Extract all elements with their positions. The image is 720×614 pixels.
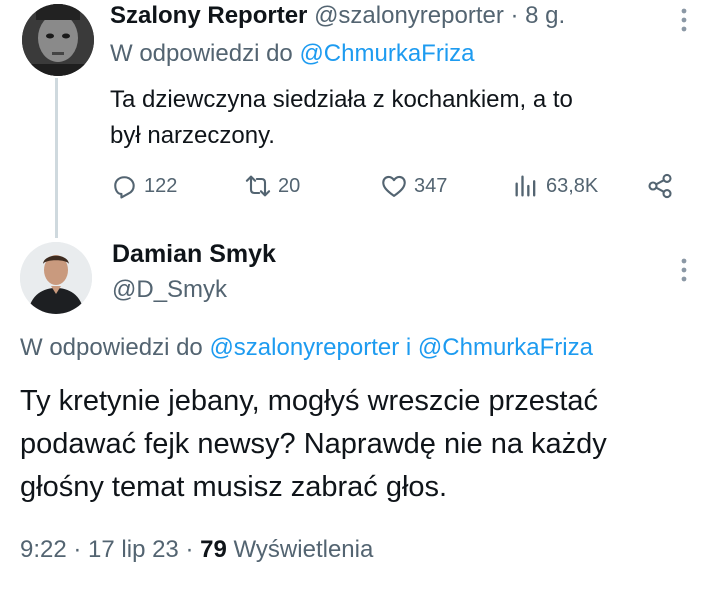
- tweet-text-line: był narzeczony.: [110, 122, 275, 149]
- like-action[interactable]: 347: [380, 172, 447, 200]
- tweet-text-line: Ty kretynie jebany, mogłyś wreszcie prze…: [20, 385, 599, 417]
- retweet-icon: [245, 175, 271, 197]
- share-action[interactable]: [646, 172, 674, 200]
- reply-prefix: W odpowiedzi do: [110, 40, 293, 67]
- avatar-szalony-reporter[interactable]: [22, 4, 94, 76]
- handle-and-time[interactable]: @szalonyreporter · 8 g.: [314, 2, 565, 29]
- like-count: 347: [414, 174, 448, 197]
- share-icon: [648, 173, 672, 199]
- reply-mention-1[interactable]: @szalonyreporter: [209, 334, 399, 361]
- reply-context: W odpowiedzi do @ChmurkaFriza: [110, 40, 475, 68]
- reply-conjunction: i: [405, 334, 412, 361]
- tweet-text-line: podawać fejk newsy? Naprawdę nie na każd…: [20, 428, 607, 460]
- reply-tweet-text: Ta dziewczyna siedziała z kochankiem, a …: [110, 82, 573, 154]
- display-name[interactable]: Szalony Reporter: [110, 2, 307, 29]
- tweet-text-line: głośny temat musisz zabrać głos.: [20, 471, 448, 503]
- tweet-meta: 9:22 · 17 lip 23 · 79 Wyświetlenia: [20, 536, 373, 564]
- like-icon: [382, 175, 406, 197]
- display-name[interactable]: Damian Smyk: [112, 240, 276, 269]
- reply-icon: [114, 176, 135, 199]
- reply-prefix: W odpowiedzi do: [20, 334, 203, 361]
- views-label: Wyświetlenia: [233, 536, 374, 563]
- retweet-count: 20: [278, 174, 301, 197]
- reply-count: 122: [144, 174, 178, 197]
- views-count: 63,8K: [546, 174, 599, 197]
- views-icon: [515, 175, 536, 197]
- tweet-text-line: Ta dziewczyna siedziała z kochankiem, a …: [110, 86, 573, 113]
- views-number: 79: [200, 536, 227, 563]
- avatar-image: [20, 242, 92, 314]
- reply-action[interactable]: 122: [110, 172, 177, 200]
- views-action[interactable]: 63,8K: [512, 172, 598, 200]
- reply-tweet-header: Szalony Reporter @szalonyreporter · 8 g.: [110, 2, 565, 30]
- main-tweet-text: Ty kretynie jebany, mogłyś wreszcie prze…: [20, 380, 607, 509]
- handle[interactable]: @D_Smyk: [112, 276, 227, 304]
- timestamp[interactable]: 9:22 · 17 lip 23 ·: [20, 536, 193, 563]
- retweet-action[interactable]: 20: [244, 172, 300, 200]
- avatar-image: [22, 4, 94, 76]
- more-icon[interactable]: [672, 256, 696, 286]
- more-icon[interactable]: [672, 6, 696, 36]
- thread-line: [55, 78, 58, 238]
- avatar-damian-smyk[interactable]: [20, 242, 92, 314]
- reply-context: W odpowiedzi do @szalonyreporter i @Chmu…: [20, 334, 593, 362]
- reply-mention-2[interactable]: @ChmurkaFriza: [418, 334, 593, 361]
- display-name-text: Damian Smyk: [112, 240, 276, 268]
- reply-mention[interactable]: @ChmurkaFriza: [299, 40, 474, 67]
